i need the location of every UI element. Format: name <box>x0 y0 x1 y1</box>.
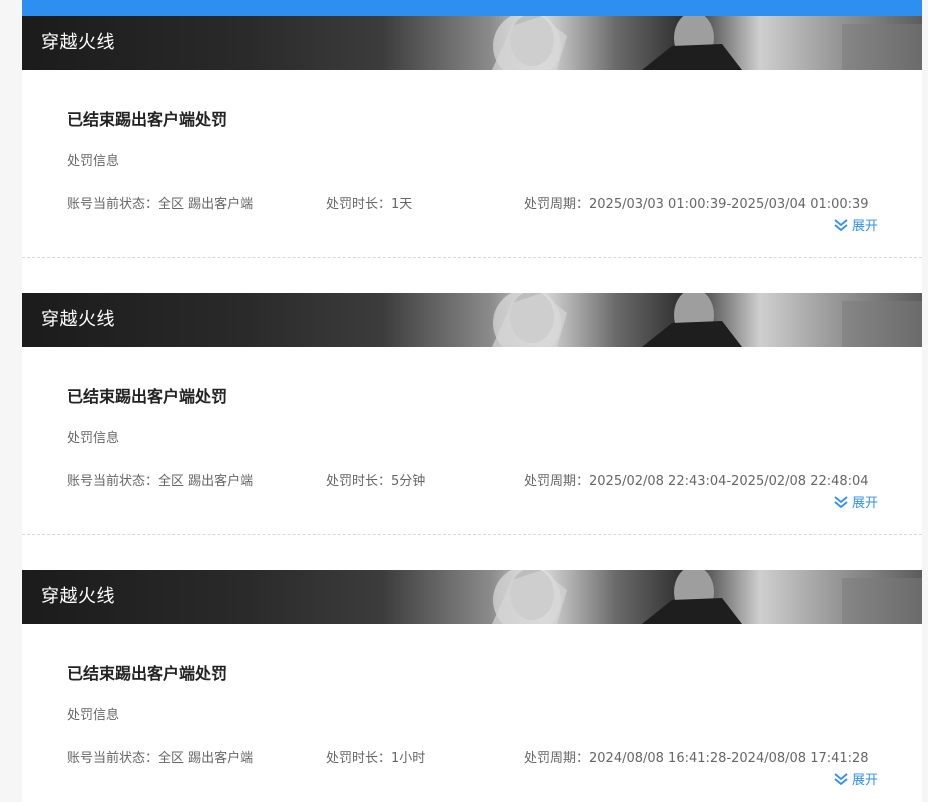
banner-artwork <box>492 570 922 624</box>
game-banner: 穿越火线 <box>22 293 922 347</box>
penalty-record-list: 穿越火线 已结束踢出客户端处罚 处罚信息 账号当前状态：全区 踢出客户端 处罚时… <box>22 16 922 802</box>
penalty-info-row: 账号当前状态：全区 踢出客户端 处罚时长：1天 处罚周期：2025/03/03 … <box>67 193 887 212</box>
expand-button[interactable]: 展开 <box>833 492 878 511</box>
expand-label: 展开 <box>851 496 878 511</box>
penalty-info-row: 账号当前状态：全区 踢出客户端 处罚时长：5分钟 处罚周期：2025/02/08… <box>67 470 887 489</box>
penalty-record-card: 穿越火线 已结束踢出客户端处罚 处罚信息 账号当前状态：全区 踢出客户端 处罚时… <box>22 570 922 802</box>
penalty-period: 处罚周期：2025/02/08 22:43:04-2025/02/08 22:4… <box>524 474 869 489</box>
section-label: 处罚信息 <box>67 154 120 169</box>
record-title: 已结束踢出客户端处罚 <box>67 110 228 129</box>
penalty-period: 处罚周期：2024/08/08 16:41:28-2024/08/08 17:4… <box>524 751 869 766</box>
penalty-duration: 处罚时长：5分钟 <box>326 474 426 489</box>
game-banner: 穿越火线 <box>22 570 922 624</box>
account-status: 账号当前状态：全区 踢出客户端 <box>67 474 254 489</box>
double-chevron-down-icon <box>833 494 849 510</box>
penalty-period: 处罚周期：2025/03/03 01:00:39-2025/03/04 01:0… <box>524 197 869 212</box>
double-chevron-down-icon <box>833 771 849 787</box>
account-status: 账号当前状态：全区 踢出客户端 <box>67 197 254 212</box>
record-divider <box>22 534 922 535</box>
record-title: 已结束踢出客户端处罚 <box>67 664 228 683</box>
section-label: 处罚信息 <box>67 431 120 446</box>
banner-artwork <box>492 293 922 347</box>
penalty-record-card: 穿越火线 已结束踢出客户端处罚 处罚信息 账号当前状态：全区 踢出客户端 处罚时… <box>22 16 922 293</box>
penalty-info-row: 账号当前状态：全区 踢出客户端 处罚时长：1小时 处罚周期：2024/08/08… <box>67 747 887 766</box>
penalty-duration: 处罚时长：1天 <box>326 197 413 212</box>
record-title: 已结束踢出客户端处罚 <box>67 387 228 406</box>
double-chevron-down-icon <box>833 217 849 233</box>
game-title: 穿越火线 <box>41 32 115 53</box>
account-status: 账号当前状态：全区 踢出客户端 <box>67 751 254 766</box>
record-divider <box>22 257 922 258</box>
banner-artwork <box>492 16 922 70</box>
penalty-record-card: 穿越火线 已结束踢出客户端处罚 处罚信息 账号当前状态：全区 踢出客户端 处罚时… <box>22 293 922 570</box>
game-banner: 穿越火线 <box>22 16 922 70</box>
game-title: 穿越火线 <box>41 586 115 607</box>
section-label: 处罚信息 <box>67 708 120 723</box>
expand-button[interactable]: 展开 <box>833 215 878 234</box>
expand-label: 展开 <box>851 219 878 234</box>
expand-button[interactable]: 展开 <box>833 769 878 788</box>
game-title: 穿越火线 <box>41 309 115 330</box>
top-accent-bar <box>22 0 922 16</box>
expand-label: 展开 <box>851 773 878 788</box>
penalty-duration: 处罚时长：1小时 <box>326 751 426 766</box>
